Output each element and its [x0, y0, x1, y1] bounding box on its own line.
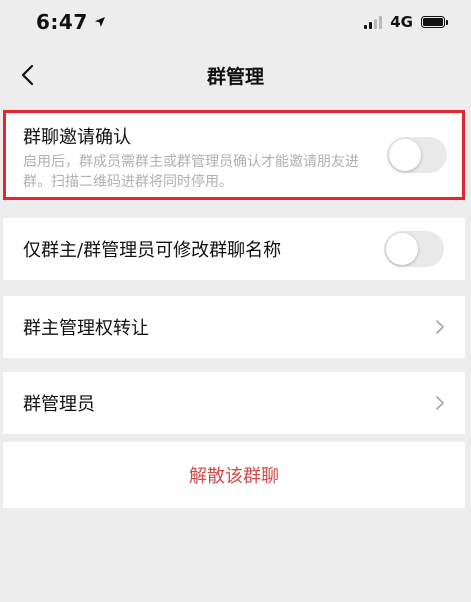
chevron-right-icon	[436, 396, 444, 410]
nav-bar: 群管理	[0, 44, 471, 106]
status-bar: 6:47 4G	[0, 0, 471, 44]
group-admins-label: 群管理员	[23, 394, 95, 415]
invite-confirm-toggle[interactable]	[387, 137, 447, 173]
rename-restrict-label: 仅群主/群管理员可修改群聊名称	[23, 240, 282, 261]
back-chevron-icon[interactable]	[18, 62, 42, 88]
invite-confirm-row: 群聊邀请确认 启用后，群成员需群主或群管理员确认才能邀请朋友进群。扫描二维码进群…	[3, 110, 465, 200]
invite-confirm-description: 启用后，群成员需群主或群管理员确认才能邀请朋友进群。扫描二维码进群将同时停用。	[23, 154, 359, 190]
chevron-right-icon	[436, 320, 444, 334]
dissolve-group-label: 解散该群聊	[189, 466, 279, 487]
cellular-signal-icon	[364, 15, 383, 29]
battery-icon	[421, 16, 448, 28]
toggle-knob	[386, 233, 418, 265]
rename-restrict-toggle[interactable]	[384, 231, 444, 267]
group-management-screen: 6:47 4G 群管理 群聊邀请确认 启用后，群成员需群主或群管理员确认才能邀请	[0, 0, 471, 602]
network-type: 4G	[390, 13, 413, 31]
toggle-knob	[389, 139, 421, 171]
page-title: 群管理	[206, 65, 264, 88]
status-indicators: 4G	[364, 13, 448, 31]
group-admins-row[interactable]: 群管理员	[3, 372, 465, 434]
location-arrow-icon	[94, 17, 105, 27]
status-time-group: 6:47	[36, 10, 106, 34]
transfer-owner-label: 群主管理权转让	[23, 318, 149, 339]
invite-confirm-label: 群聊邀请确认	[23, 127, 131, 148]
transfer-owner-row[interactable]: 群主管理权转让	[3, 296, 465, 358]
rename-restrict-row: 仅群主/群管理员可修改群聊名称	[3, 218, 465, 280]
dissolve-group-button[interactable]: 解散该群聊	[3, 442, 465, 508]
status-time: 6:47	[36, 10, 88, 34]
